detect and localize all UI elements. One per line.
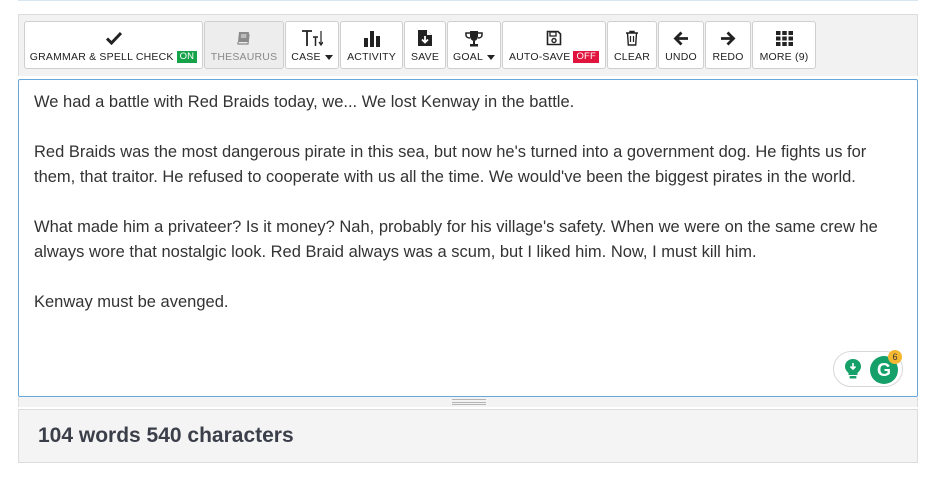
undo-label: UNDO	[665, 51, 697, 63]
word-character-count: 104 words 540 characters	[18, 409, 918, 463]
text-case-icon	[301, 27, 323, 49]
arrow-right-icon	[720, 27, 736, 49]
grammar-status-badge: ON	[176, 51, 198, 63]
clear-label: CLEAR	[614, 51, 651, 63]
trash-icon	[625, 27, 639, 49]
floppy-disk-icon	[546, 27, 562, 49]
clear-button[interactable]: CLEAR	[607, 21, 657, 69]
arrow-left-icon	[673, 27, 689, 49]
check-icon	[105, 27, 122, 49]
goal-label: GOAL	[453, 51, 483, 63]
redo-label: REDO	[712, 51, 744, 63]
chevron-down-icon	[324, 54, 333, 60]
trophy-icon	[465, 27, 483, 49]
auto-save-button[interactable]: AUTO-SAVE OFF	[502, 21, 606, 69]
editor-resize-handle[interactable]	[18, 397, 918, 407]
case-dropdown-button[interactable]: CASE	[285, 21, 339, 69]
file-download-icon	[417, 27, 433, 49]
auto-save-status-badge: OFF	[573, 51, 600, 63]
case-label: CASE	[291, 51, 321, 63]
more-button[interactable]: MORE (9)	[752, 21, 816, 69]
activity-button[interactable]: ACTIVITY	[340, 21, 403, 69]
editor-paragraph: We had a battle with Red Braids today, w…	[34, 93, 575, 111]
lightbulb-icon[interactable]	[842, 358, 864, 380]
editor-paragraph: Red Braids was the most dangerous pirate…	[34, 143, 867, 186]
thesaurus-button[interactable]: THESAURUS	[204, 21, 284, 69]
grid-icon	[775, 27, 793, 49]
more-label: MORE (9)	[759, 51, 809, 63]
auto-save-label: AUTO-SAVE	[508, 51, 571, 63]
text-editor[interactable]: We had a battle with Red Braids today, w…	[18, 79, 918, 397]
redo-button[interactable]: REDO	[705, 21, 751, 69]
thesaurus-label: THESAURUS	[210, 51, 278, 63]
undo-button[interactable]: UNDO	[658, 21, 704, 69]
bar-chart-icon	[363, 27, 381, 49]
grammar-spell-check-button[interactable]: GRAMMAR & SPELL CHECK ON	[24, 21, 203, 69]
grammar-spell-check-label: GRAMMAR & SPELL CHECK	[29, 51, 174, 63]
suggestion-count-badge: 6	[888, 350, 902, 364]
toolbar: GRAMMAR & SPELL CHECK ON THESAURUS CASE …	[18, 14, 918, 76]
editor-paragraph: Kenway must be avenged.	[34, 293, 229, 311]
grip-icon	[452, 399, 486, 405]
editor-paragraph: What made him a privateer? Is it money? …	[34, 218, 878, 261]
book-icon	[236, 27, 252, 49]
top-divider	[18, 0, 918, 1]
save-button[interactable]: SAVE	[404, 21, 446, 69]
activity-label: ACTIVITY	[347, 51, 396, 63]
save-label: SAVE	[410, 51, 440, 63]
chevron-down-icon	[487, 54, 495, 60]
goal-dropdown-button[interactable]: GOAL	[447, 21, 501, 69]
grammarly-widget[interactable]: G 6	[833, 350, 903, 387]
